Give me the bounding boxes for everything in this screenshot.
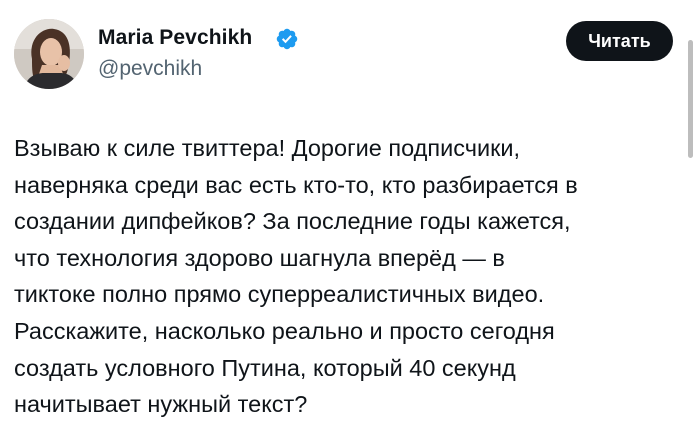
avatar-image: [14, 19, 84, 89]
tweet-text: Взываю к силе твиттера! Дорогие подписчи…: [14, 135, 578, 418]
follow-button[interactable]: Читать: [566, 21, 673, 61]
author-handle[interactable]: @pevchikh: [98, 57, 202, 81]
tweet-view: Maria Pevchikh @pevchikh Читать Взываю к…: [0, 0, 700, 448]
author-name[interactable]: Maria Pevchikh: [98, 26, 252, 50]
avatar[interactable]: [14, 19, 84, 89]
verified-badge-icon[interactable]: [275, 27, 299, 51]
scrollbar-thumb[interactable]: [688, 40, 693, 158]
